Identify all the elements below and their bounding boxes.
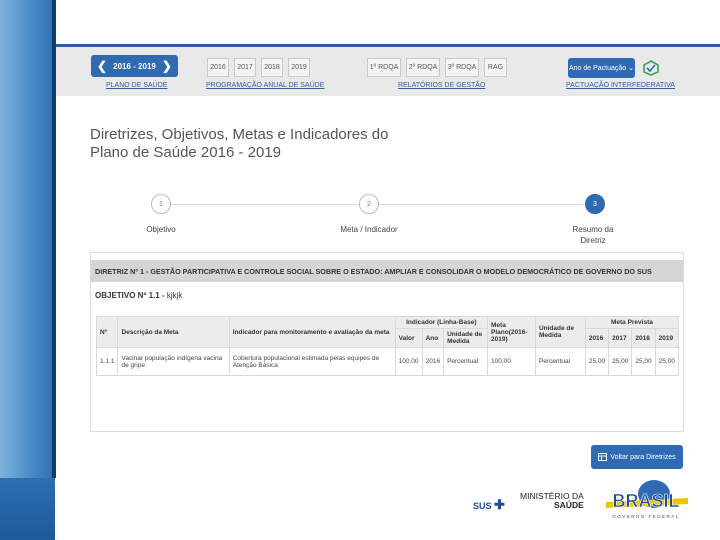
side-stripe-bottom [0,478,55,540]
ministerio-saude-logo: MINISTÉRIO DA SAÚDE [520,492,584,510]
col-header-2019: 2019 [654,328,680,348]
col-header-2016: 2016 [584,328,610,348]
voltar-diretrizes-button[interactable]: Voltar para Diretrizes [591,445,683,469]
table-icon [598,453,608,461]
objetivo-heading: OBJETIVO Nº 1.1 - kjkjk [95,291,182,300]
objetivo-text: kjkjk [166,291,183,300]
governo-federal-text: GOVERNO FEDERAL [612,514,680,519]
ministerio-line-2: SAÚDE [554,500,584,510]
brasil-logo-graphic: BRASIL GOVERNO FEDERAL [606,480,688,519]
metas-table: Nº Descrição da Meta Indicador para moni… [95,316,680,376]
rdqa-2-button[interactable]: 2º RDQA [406,58,440,77]
cell-unidade-2: Percentual [534,347,586,376]
step-1-circle[interactable]: 1 [151,194,171,214]
col-header-ano: Ano [421,328,445,348]
year-2018-button[interactable]: 2018 [261,58,283,77]
cell-2016: 25,00 [584,347,610,376]
ano-pactuacao-dropdown[interactable]: Ano de Pactuação ⌄ [568,58,635,78]
pactuacao-interfederativa-link[interactable]: PACTUAÇÃO INTERFEDERATIVA [566,82,675,89]
rdqa-1-button[interactable]: 1º RDQA [367,58,401,77]
step-1-label: Objetivo [146,225,176,234]
plus-icon: ✚ [494,497,505,512]
group-header-meta-prevista: Meta Prevista [584,316,680,329]
period-selector[interactable]: ❮ 2016 - 2019 ❯ [91,55,178,77]
plano-saude-link[interactable]: PLANO DE SAÚDE [106,82,167,89]
col-header-descricao: Descrição da Meta [117,316,230,348]
programacao-anual-link[interactable]: PROGRAMAÇÃO ANUAL DE SAÚDE [206,82,324,89]
pactuacao-icon [643,60,659,76]
col-header-num: Nº [95,316,119,348]
top-navigation-bar: ❮ 2016 - 2019 ❯ PLANO DE SAÚDE 2016 2017… [56,44,720,96]
step-3-circle[interactable]: 3 [585,194,605,214]
cell-2017: 25,00 [608,347,633,376]
side-stripe [0,0,55,478]
group-header-indicador: Indicador (Linha-Base) [394,316,489,329]
col-header-indicador: Indicador para monitoramento e avaliação… [228,316,396,348]
cell-indicador: Cobertura populacional estimada pelas eq… [228,347,396,376]
brasil-governo-federal-logo: BRASIL GOVERNO FEDERAL [596,478,696,520]
col-header-2017: 2017 [608,328,633,348]
diretriz-panel: DIRETRIZ Nº 1 - GESTÃO PARTICIPATIVA E C… [90,252,684,432]
rdqa-3-button[interactable]: 3º RDQA [445,58,479,77]
col-header-unidade-1: Unidade de Medida [443,328,488,348]
chevron-down-icon: ⌄ [628,65,635,72]
col-header-2018: 2018 [631,328,656,348]
objetivo-prefix: OBJETIVO Nº 1.1 - [95,291,165,300]
voltar-diretrizes-label: Voltar para Diretrizes [610,453,676,461]
chevron-right-icon[interactable]: ❯ [162,60,172,72]
period-value: 2016 - 2019 [113,61,156,71]
col-header-meta-plano: Meta Plano(2016-2019) [487,316,536,348]
year-2019-button[interactable]: 2019 [288,58,310,77]
cell-descricao: Vacinar população indígena vacina de gri… [117,347,230,376]
page-title: Diretrizes, Objetivos, Metas e Indicador… [90,126,389,161]
table-group-header-row: Nº Descrição da Meta Indicador para moni… [95,316,680,348]
step-2-label: Meta / Indicador [340,225,398,234]
cell-2018: 25,00 [631,347,656,376]
brasil-logo-text: BRASIL [613,491,680,511]
cell-ano: 2016 [421,347,445,376]
cell-meta-plano: 100,00 [487,347,536,376]
step-3-label: Resumo da Diretriz [572,225,614,245]
table-row: 1.1.1 Vacinar população indígena vacina … [95,347,680,376]
cell-unidade-1: Percentual [443,347,488,376]
relatorios-gestao-link[interactable]: RELATÓRIOS DE GESTÃO [398,82,485,89]
cell-valor: 100,00 [394,347,423,376]
sus-logo-text: SUS [473,501,492,511]
col-header-unidade-2: Unidade de Medida [534,316,586,348]
diretriz-heading: DIRETRIZ Nº 1 - GESTÃO PARTICIPATIVA E C… [91,260,683,282]
step-2-circle[interactable]: 2 [359,194,379,214]
cell-2019: 25,00 [654,347,680,376]
ano-pactuacao-label: Ano de Pactuação [568,64,627,72]
chevron-left-icon[interactable]: ❮ [97,60,107,72]
year-2017-button[interactable]: 2017 [234,58,256,77]
col-header-valor: Valor [394,328,423,348]
year-2016-button[interactable]: 2016 [207,58,229,77]
rag-button[interactable]: RAG [484,58,507,77]
sus-logo: SUS ✚ [473,497,505,513]
cell-num: 1.1.1 [95,347,119,376]
